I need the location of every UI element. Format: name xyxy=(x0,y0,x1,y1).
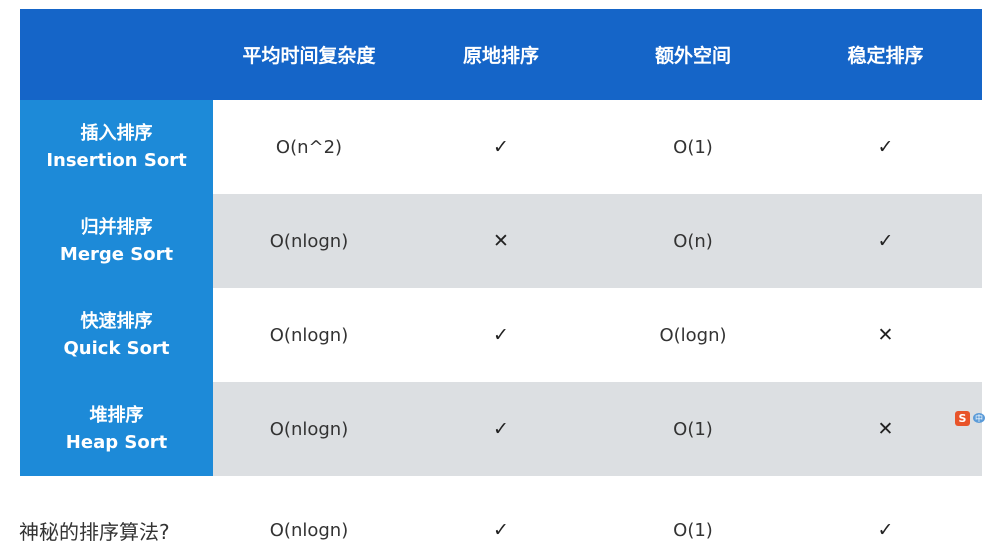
row-header-en: Quick Sort xyxy=(63,338,170,359)
mystery-cell-time: O(nlogn) xyxy=(269,519,349,541)
row-header-en: Merge Sort xyxy=(59,244,174,265)
row-header-zh: 插入排序 xyxy=(80,123,153,144)
cell-time: O(nlogn) xyxy=(269,324,349,346)
cell-stable: ✓ xyxy=(877,230,894,252)
sogou-logo-icon: S xyxy=(955,410,970,426)
row-header-insertion-sort: 插入排序 Insertion Sort xyxy=(20,100,213,194)
sogou-input-icon[interactable]: S 中 xyxy=(955,410,989,426)
cell-stable: ✕ xyxy=(877,418,894,440)
row-header-heap-sort: 堆排序 Heap Sort xyxy=(20,382,213,476)
cell-in-place: ✓ xyxy=(493,324,509,346)
row-header-en: Heap Sort xyxy=(65,432,168,453)
cell-in-place: ✓ xyxy=(493,418,509,440)
cell-stable: ✕ xyxy=(877,324,894,346)
col-header-in-place: 原地排序 xyxy=(462,45,539,67)
cell-stable: ✓ xyxy=(877,136,894,158)
chat-bubble-icon: 中 xyxy=(973,413,985,423)
cell-space: O(n) xyxy=(673,230,713,252)
cell-time: O(nlogn) xyxy=(269,418,349,440)
cell-space: O(1) xyxy=(673,418,713,440)
row-header-zh: 快速排序 xyxy=(80,311,153,332)
cell-time: O(nlogn) xyxy=(269,230,349,252)
row-header-en: Insertion Sort xyxy=(46,150,187,171)
mystery-cell-space: O(1) xyxy=(673,519,713,541)
mystery-sort-label: 神秘的排序算法? xyxy=(19,519,170,544)
cell-in-place: ✕ xyxy=(493,230,509,252)
cell-space: O(logn) xyxy=(659,324,727,346)
cell-time: O(n^2) xyxy=(275,136,343,158)
row-header-zh: 堆排序 xyxy=(89,405,144,426)
row-header-quick-sort: 快速排序 Quick Sort xyxy=(20,288,213,382)
row-header-merge-sort: 归并排序 Merge Sort xyxy=(20,194,213,288)
cell-in-place: ✓ xyxy=(493,136,509,158)
mystery-cell-in-place: ✓ xyxy=(493,519,509,541)
col-header-stable: 稳定排序 xyxy=(847,45,924,67)
cell-space: O(1) xyxy=(673,136,713,158)
row-header-zh: 归并排序 xyxy=(80,217,153,238)
col-header-extra-space: 额外空间 xyxy=(654,45,731,67)
sort-comparison-slide: 平均时间复杂度 原地排序 额外空间 稳定排序 插入排序 Insertion So… xyxy=(0,0,990,551)
mystery-cell-stable: ✓ xyxy=(877,519,894,541)
col-header-avg-time: 平均时间复杂度 xyxy=(242,45,376,67)
